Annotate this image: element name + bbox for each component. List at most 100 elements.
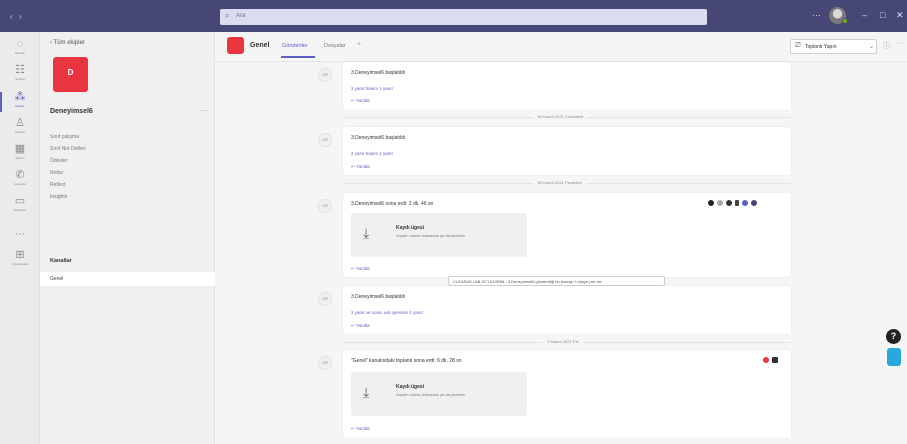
participant-avatar xyxy=(726,200,732,206)
bell-icon: ◌ xyxy=(16,38,24,50)
date-divider: 18 Kasım 2021 Cumartesi xyxy=(343,114,791,119)
team-link-insights[interactable]: Insights xyxy=(50,194,67,200)
message-avatar[interactable]: CR xyxy=(318,199,332,213)
team-avatar: D xyxy=(53,57,88,92)
message-avatar[interactable]: CR xyxy=(318,68,332,82)
reply-button[interactable]: ↩ Yanıtla xyxy=(351,164,370,170)
chat-icon: ☷ xyxy=(15,64,25,76)
team-link-notebook[interactable]: Sınıf Not Defteri xyxy=(50,146,86,152)
maximize-button[interactable]: □ xyxy=(880,10,885,20)
close-button[interactable]: ✕ xyxy=(896,10,904,21)
team-panel: ‹ Tüm ekipler D Deneyimsel6 ··· Sınıf ça… xyxy=(40,32,215,444)
info-icon[interactable]: ⓘ xyxy=(883,41,890,51)
calls-icon: ✆ xyxy=(15,169,25,181)
more-options-icon[interactable]: ··· xyxy=(812,10,821,20)
rail-item-apps[interactable]: ⊞ Uygulamalar xyxy=(0,248,40,274)
rail-item-files[interactable]: ▭ Dosyalar xyxy=(0,194,40,220)
file-name: Kaydı ügesi xyxy=(396,384,425,390)
tab-posts[interactable]: Gönderiler xyxy=(282,43,308,49)
message-title: 3.Deneyimsel6 sona erdi: 2 dk. 46 sn xyxy=(351,201,434,207)
participant-avatar xyxy=(717,200,723,206)
meet-button[interactable]: ⎚ Toplantı Yapın ⌄ xyxy=(790,39,877,54)
participant-avatar xyxy=(742,200,748,206)
app-rail: ◌ Etkinlik ☷ Sohbet ⁂ Ekipler ♙ Ödevler … xyxy=(0,32,40,444)
message-title: 3.Deneyimsel6 başlatıldı xyxy=(351,135,406,141)
participant-avatars xyxy=(708,200,757,206)
message-card: 3.Deneyimsel6 başlatıldı 2 yanıt hanim 1… xyxy=(343,62,791,110)
minimize-button[interactable]: – xyxy=(862,10,867,20)
file-description: Kaydın süresi dolmadan ya da yeniden xyxy=(396,233,465,238)
apps-icon: ⊞ xyxy=(15,249,25,261)
rail-item-activity[interactable]: ◌ Etkinlik xyxy=(0,37,40,63)
video-camera-icon: ⎚ xyxy=(795,42,801,49)
date-divider: 1 Kasım 2021 Pzt xyxy=(343,339,791,344)
active-tab-indicator xyxy=(281,56,315,58)
participant-avatar xyxy=(708,200,714,206)
participant-avatar xyxy=(772,357,778,363)
add-tab-button[interactable]: + xyxy=(357,41,361,48)
rail-item-calendar[interactable]: ▦ Takvim xyxy=(0,142,40,168)
rail-item-chat[interactable]: ☷ Sohbet xyxy=(0,63,40,89)
message-card: 3.Deneyimsel6 başlatıldı 2 yanıt ve sona… xyxy=(343,286,791,334)
message-replies-link[interactable]: 2 yanıt hanim 1 yanıt xyxy=(351,151,393,156)
channel-name: Genel xyxy=(250,42,270,49)
message-title: "Genel" kanalındaki toplantı sona erdi: … xyxy=(351,358,462,364)
team-name: Deneyimsel6 xyxy=(50,108,93,115)
recording-file-card[interactable]: ⤓ Kaydı ügesi Kaydın süresi dolmadan ya … xyxy=(351,213,527,257)
message-replies-link[interactable]: 2 yanıt hanim 1 yanıt xyxy=(351,86,393,91)
channel-team-icon xyxy=(227,37,244,54)
more-icon: ··· xyxy=(14,228,26,240)
channel-header: Genel Gönderiler Dosyalar + ⎚ Toplantı Y… xyxy=(215,32,907,62)
message-title: 3.Deneyimsel6 başlatıldı xyxy=(351,70,406,76)
header-more-icon[interactable]: ··· xyxy=(897,40,904,47)
message-avatar[interactable]: CR xyxy=(318,292,332,306)
tooltip: CLEARAS LAB 20 YILDIRIM - 3 Deneyimsel6 … xyxy=(448,276,665,286)
search-input[interactable]: ⌕ Ara xyxy=(220,9,707,25)
search-icon: ⌕ xyxy=(225,11,230,20)
chevron-down-icon[interactable]: ⌄ xyxy=(869,43,874,50)
team-link-grades[interactable]: Notlar xyxy=(50,170,63,176)
participant-avatars xyxy=(763,357,778,363)
participant-avatar xyxy=(763,357,769,363)
team-more-icon[interactable]: ··· xyxy=(200,106,208,115)
presence-status-icon xyxy=(842,18,848,24)
participant-avatar xyxy=(735,200,739,206)
date-divider: 18 Kasım 2021 Pazartesi xyxy=(343,180,791,185)
rail-item-calls[interactable]: ✆ Aramalar xyxy=(0,168,40,194)
participant-avatar xyxy=(751,200,757,206)
file-description: Kaydın süresi dolmadan ya da yeniden xyxy=(396,392,465,397)
message-avatar[interactable]: CR xyxy=(318,356,332,370)
channel-item-general[interactable]: Genel xyxy=(40,272,215,286)
rail-item-assignments[interactable]: ♙ Ödevler xyxy=(0,116,40,142)
team-link-reflect[interactable]: Reflect xyxy=(50,182,66,188)
calendar-icon: ▦ xyxy=(14,143,26,155)
team-link-assignments[interactable]: Ödevler xyxy=(50,158,68,164)
tab-files[interactable]: Dosyalar xyxy=(324,43,346,49)
all-teams-link[interactable]: ‹ Tüm ekipler xyxy=(50,40,85,46)
rail-item-teams[interactable]: ⁂ Ekipler xyxy=(0,90,40,116)
search-placeholder: Ara xyxy=(236,13,246,19)
message-avatar[interactable]: CR xyxy=(318,133,332,147)
reply-button[interactable]: ↩ Yanıtla xyxy=(351,266,370,272)
message-card: "Genel" kanalındaki toplantı sona erdi: … xyxy=(343,350,791,438)
files-icon: ▭ xyxy=(14,195,26,207)
reply-button[interactable]: ↩ Yanıtla xyxy=(351,323,370,329)
download-icon: ⤓ xyxy=(363,225,370,241)
reply-button[interactable]: ↩ Yanıtla xyxy=(351,426,370,432)
download-icon: ⤓ xyxy=(363,384,370,400)
team-link-class-work[interactable]: Sınıf çalışma xyxy=(50,134,79,140)
file-name: Kaydı ügesi xyxy=(396,225,425,231)
channels-section-label: Kanallar xyxy=(50,258,72,264)
nav-back-forward[interactable]: ‹ › xyxy=(10,12,24,21)
reply-button[interactable]: ↩ Yanıtla xyxy=(351,98,370,104)
teams-icon: ⁂ xyxy=(14,91,26,103)
recording-file-card[interactable]: ⤓ Kaydı ügesi Kaydın süresi dolmadan ya … xyxy=(351,372,527,416)
message-replies-link[interactable]: 2 yanıt ve sona, adı üyesinin 1 yanıt xyxy=(351,310,423,315)
message-card: 3.Deneyimsel6 başlatıldı 2 yanıt hanim 1… xyxy=(343,127,791,175)
message-card: 3.Deneyimsel6 sona erdi: 2 dk. 46 sn ⤓ K… xyxy=(343,193,791,277)
help-button[interactable]: ? xyxy=(886,329,901,344)
assignments-icon: ♙ xyxy=(15,117,25,129)
title-bar: ‹ › ⌕ Ara ··· – □ ✕ xyxy=(0,0,907,32)
chat-floating-icon[interactable] xyxy=(887,348,901,366)
message-title: 3.Deneyimsel6 başlatıldı xyxy=(351,294,406,300)
